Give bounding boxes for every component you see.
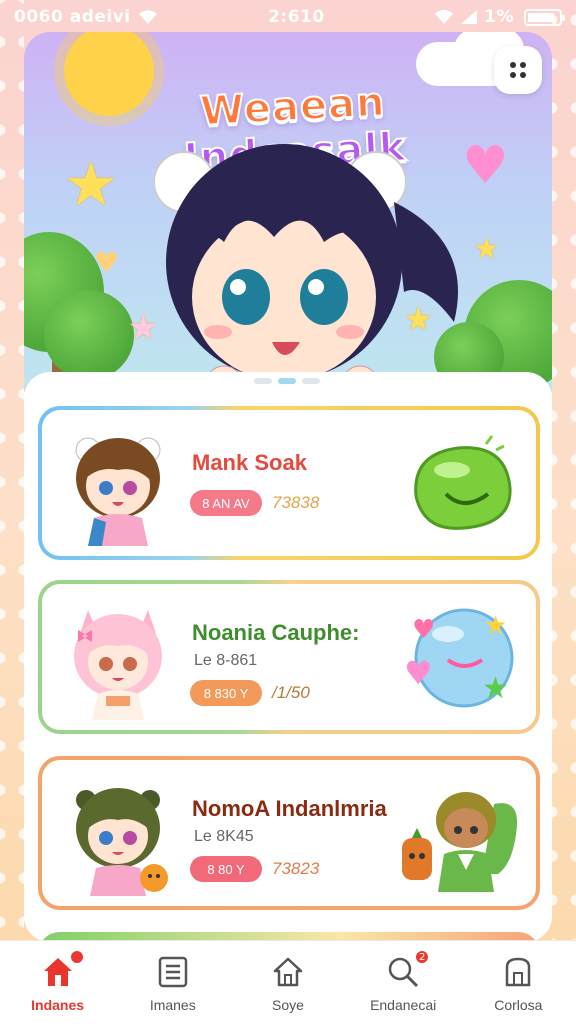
svg-text:★: ★ [482,671,509,706]
side-pattern-right [552,0,576,1024]
card-stats: 8 AN AV 73838 [190,490,319,516]
nav-label: Corlosa [494,997,543,1013]
house-outline-icon [271,955,305,989]
nav-item-home[interactable]: Indanes [3,949,113,1013]
app-window: ★ ★ ★ ★ ♥ ♥ Weaean Indcasalk [24,32,552,942]
hero-banner: ★ ★ ★ ★ ♥ ♥ Weaean Indcasalk [24,32,552,392]
card-badge: 8 80 Y [190,856,262,882]
wifi-icon [138,10,157,24]
notification-dot [68,949,85,965]
nav-item-list[interactable]: Imanes [118,955,228,1013]
status-time: 2:610 [268,7,325,27]
pager-dot-active[interactable] [278,378,296,384]
wifi-signal-icon [435,9,454,24]
character-card[interactable]: NomoA Indanlmria Le 8K45 8 80 Y 73823 [38,756,540,910]
card-value: 73838 [272,493,320,512]
nav-item-store[interactable]: Corlosa [463,955,573,1013]
blue-blob-icon: ♥ ♥ ★ ★ [404,608,514,708]
menu-button[interactable] [494,46,542,94]
character-card[interactable]: Noania Cauphe: Le 8-861 8 830 Y /1/50 ♥ … [38,580,540,734]
card-value: /1/50 [272,683,310,702]
svg-text:♥: ♥ [404,654,433,692]
tree-illustration-left-2 [44,290,134,380]
card-title: NomoA Indanlmria [192,796,387,821]
bottom-navigation: Indanes Imanes Soye 2 Endanecai Corlosa [0,940,576,1024]
pager-dot[interactable] [302,378,320,384]
battery-percent: 1% [484,7,514,27]
green-character-icon [402,792,518,892]
notification-badge: 2 [414,949,431,965]
card-badge: 8 830 Y [190,680,262,706]
card-title: Mank Soak [192,450,307,475]
store-icon [501,955,535,989]
nav-label: Imanes [149,997,196,1013]
status-bar: 0060 adeivi 2:610 1% [0,0,576,34]
card-stats: 8 80 Y 73823 [190,856,319,882]
nav-label: Soye [272,997,304,1013]
character-avatar [74,610,162,720]
pager-dot[interactable] [254,378,272,384]
side-pattern-left [0,0,24,1024]
card-value: 73823 [272,859,320,878]
hero-character-illustration [154,144,458,392]
grid-dots-icon [510,62,526,78]
cell-signal-icon [461,10,478,24]
card-badge: 8 AN AV [190,490,262,516]
status-left-text: 0060 adeivi [14,7,131,27]
nav-item-house[interactable]: Soye [233,955,343,1013]
card-subtitle: Le 8-861 [194,652,258,669]
list-icon [156,955,190,989]
carousel-pager [254,378,320,384]
nav-label: Indanes [31,997,85,1013]
svg-text:★: ★ [484,611,507,641]
home-icon [41,949,85,989]
status-right: 1% [434,7,565,27]
svg-text:♥: ♥ [412,615,435,645]
card-stats: 8 830 Y /1/50 [190,680,310,706]
content-sheet: Mank Soak 8 AN AV 73838 Noania Cauphe: L… [24,372,552,942]
character-card[interactable]: Mank Soak 8 AN AV 73838 [38,406,540,560]
green-slime-icon [414,435,512,530]
nav-label: Endanecai [370,997,437,1013]
card-subtitle: Le 8K45 [194,828,254,845]
nav-item-search[interactable]: 2 Endanecai [348,949,458,1013]
character-avatar [76,788,168,896]
battery-icon [523,8,565,26]
status-left: 0060 adeivi [14,7,159,27]
star-icon: ★ [474,232,500,265]
character-avatar [75,437,161,546]
heart-icon: ♥ [94,246,120,279]
card-title: Noania Cauphe: [192,620,360,645]
search-icon: 2 [386,949,431,989]
